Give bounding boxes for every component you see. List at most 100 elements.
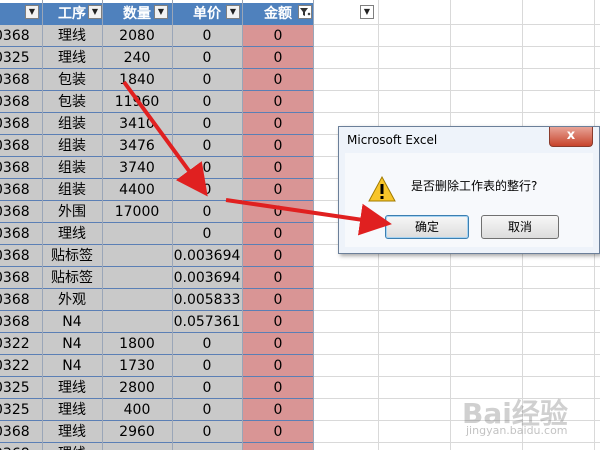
cell-amount[interactable]: 0 xyxy=(242,245,314,267)
cell-id[interactable]: 0368 xyxy=(0,135,42,157)
cell-price[interactable]: 0.003694 xyxy=(172,267,242,289)
cell-price[interactable]: 0 xyxy=(172,201,242,223)
cell-price[interactable]: 0 xyxy=(172,113,242,135)
cell-process[interactable]: 贴标签 xyxy=(42,245,102,267)
cell-amount[interactable]: 0 xyxy=(242,377,314,399)
cell-process[interactable]: 包装 xyxy=(42,91,102,113)
cell-price[interactable]: 0 xyxy=(172,157,242,179)
cell-quantity[interactable]: 240 xyxy=(102,47,172,69)
cell-id[interactable]: 0325 xyxy=(0,377,42,399)
cell-id[interactable]: 0368 xyxy=(0,311,42,333)
cell-process[interactable]: 组装 xyxy=(42,113,102,135)
cell-price[interactable]: 0 xyxy=(172,179,242,201)
filter-dropdown-icon[interactable]: ▼ xyxy=(360,5,374,19)
cell-amount[interactable]: 0 xyxy=(242,113,314,135)
cell-amount[interactable]: 0 xyxy=(242,311,314,333)
cell-quantity[interactable]: 3476 xyxy=(102,135,172,157)
cell-id[interactable]: 0368 xyxy=(0,443,42,450)
cell-price[interactable]: 0 xyxy=(172,69,242,91)
cell-quantity[interactable] xyxy=(102,289,172,311)
cell-quantity[interactable]: 1800 xyxy=(102,333,172,355)
ok-button[interactable]: 确定 xyxy=(385,215,469,239)
cell-price[interactable]: 0 xyxy=(172,135,242,157)
cell-process[interactable]: 理线 xyxy=(42,25,102,47)
cell-id[interactable]: 0368 xyxy=(0,421,42,443)
cell-process[interactable]: 理线 xyxy=(42,443,102,450)
cell-process[interactable]: 理线 xyxy=(42,377,102,399)
cell-price[interactable]: 0.003694 xyxy=(172,245,242,267)
cell-process[interactable]: 贴标签 xyxy=(42,267,102,289)
cell-price[interactable]: 0 xyxy=(172,47,242,69)
cell-process[interactable]: N4 xyxy=(42,311,102,333)
cell-id[interactable]: 0325 xyxy=(0,47,42,69)
cell-quantity[interactable]: 11960 xyxy=(102,91,172,113)
cell-amount[interactable]: 0 xyxy=(242,69,314,91)
cell-id[interactable]: 0368 xyxy=(0,267,42,289)
cell-amount[interactable]: 0 xyxy=(242,47,314,69)
cell-amount[interactable]: 0 xyxy=(242,223,314,245)
cell-process[interactable]: 组装 xyxy=(42,157,102,179)
cell-id[interactable]: 0322 xyxy=(0,355,42,377)
cell-quantity[interactable]: 17000 xyxy=(102,201,172,223)
cell-quantity[interactable] xyxy=(102,245,172,267)
cell-quantity[interactable]: 1730 xyxy=(102,355,172,377)
cell-quantity[interactable]: 3410 xyxy=(102,113,172,135)
cell-quantity[interactable]: 1840 xyxy=(102,69,172,91)
cell-process[interactable]: 理线 xyxy=(42,399,102,421)
cell-price[interactable]: 0.005833 xyxy=(172,289,242,311)
cell-id[interactable]: 0368 xyxy=(0,91,42,113)
filter-active-icon[interactable] xyxy=(298,5,312,19)
cell-id[interactable]: 0368 xyxy=(0,25,42,47)
cell-process[interactable]: 组装 xyxy=(42,179,102,201)
cell-amount[interactable]: 0 xyxy=(242,91,314,113)
cell-process[interactable]: 组装 xyxy=(42,135,102,157)
cell-id[interactable]: 0368 xyxy=(0,245,42,267)
cell-price[interactable]: 0 xyxy=(172,377,242,399)
cell-quantity[interactable]: 2800 xyxy=(102,377,172,399)
cell-amount[interactable]: 0 xyxy=(242,421,314,443)
close-button[interactable]: x xyxy=(549,127,593,147)
cell-id[interactable]: 0368 xyxy=(0,69,42,91)
cell-quantity[interactable] xyxy=(102,443,172,450)
cell-amount[interactable]: 0 xyxy=(242,399,314,421)
cell-quantity[interactable]: 2080 xyxy=(102,25,172,47)
cell-process[interactable]: N4 xyxy=(42,355,102,377)
cell-id[interactable]: 0368 xyxy=(0,289,42,311)
cell-amount[interactable]: 0 xyxy=(242,333,314,355)
cell-amount[interactable]: 0 xyxy=(242,267,314,289)
cell-quantity[interactable]: 3740 xyxy=(102,157,172,179)
cell-amount[interactable]: 0 xyxy=(242,201,314,223)
cell-process[interactable]: 理线 xyxy=(42,47,102,69)
cell-quantity[interactable]: 2960 xyxy=(102,421,172,443)
cell-id[interactable]: 0322 xyxy=(0,333,42,355)
cell-quantity[interactable] xyxy=(102,267,172,289)
cell-process[interactable]: 理线 xyxy=(42,223,102,245)
cell-price[interactable]: 0 xyxy=(172,333,242,355)
cell-amount[interactable]: 0 xyxy=(242,355,314,377)
cell-id[interactable]: 0368 xyxy=(0,201,42,223)
filter-dropdown-icon[interactable]: ▼ xyxy=(88,5,102,19)
cell-id[interactable]: 0325 xyxy=(0,399,42,421)
cell-amount[interactable]: 0 xyxy=(242,135,314,157)
cell-process[interactable]: 外围 xyxy=(42,201,102,223)
cell-process[interactable]: 外观 xyxy=(42,289,102,311)
cell-quantity[interactable]: 4400 xyxy=(102,179,172,201)
cell-process[interactable]: 包装 xyxy=(42,69,102,91)
cell-quantity[interactable]: 400 xyxy=(102,399,172,421)
cell-id[interactable]: 0368 xyxy=(0,157,42,179)
cell-price[interactable]: 0 xyxy=(172,355,242,377)
filter-dropdown-icon[interactable]: ▼ xyxy=(25,5,39,19)
cell-amount[interactable]: 0 xyxy=(242,179,314,201)
cell-price[interactable]: 0 xyxy=(172,25,242,47)
cell-amount[interactable]: 0 xyxy=(242,25,314,47)
cell-quantity[interactable] xyxy=(102,311,172,333)
cell-id[interactable]: 0368 xyxy=(0,223,42,245)
cell-amount[interactable]: 0 xyxy=(242,157,314,179)
cell-price[interactable]: 0 xyxy=(172,223,242,245)
cell-process[interactable]: N4 xyxy=(42,333,102,355)
cell-amount[interactable] xyxy=(242,443,314,450)
cell-quantity[interactable] xyxy=(102,223,172,245)
cell-price[interactable] xyxy=(172,443,242,450)
filter-dropdown-icon[interactable]: ▼ xyxy=(154,5,168,19)
cell-price[interactable]: 0.057361 xyxy=(172,311,242,333)
